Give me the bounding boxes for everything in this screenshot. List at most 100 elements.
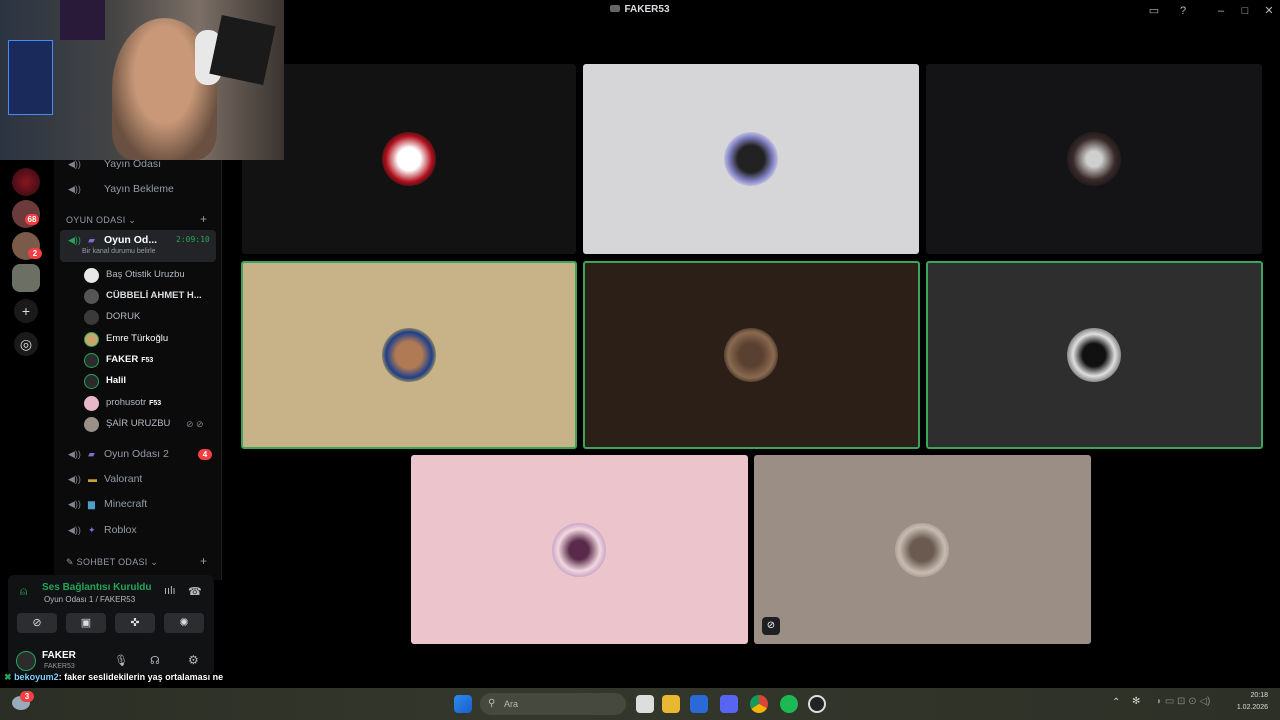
avatar (84, 332, 99, 347)
voice-member[interactable]: prohusotr F53 (84, 393, 214, 413)
help-icon[interactable]: ? (1174, 2, 1192, 20)
video-tile[interactable]: ⊘ (754, 455, 1091, 644)
headset-icon[interactable]: ☊ (150, 654, 160, 667)
video-tile-speaking[interactable] (241, 261, 577, 449)
tray-icons[interactable]: ◗ ▭ ⊡ ⊙ ◁) (1156, 696, 1210, 707)
taskbar: 3 ⚲ Ara ⌃ ✻ ◗ ▭ ⊡ ⊙ ◁) 20:18 1.02.2026 (0, 688, 1280, 720)
window-icon (610, 5, 621, 12)
voice-member[interactable]: Emre Türkoğlu (84, 329, 214, 349)
channel-item[interactable]: ◀)) ✦ Roblox (60, 520, 216, 540)
speaker-icon: ◀)) (68, 474, 81, 484)
file-explorer-icon[interactable] (662, 695, 680, 713)
avatar (84, 417, 99, 432)
screen-share-button[interactable]: ▣ (66, 613, 106, 633)
explore-icon[interactable]: ◎ (14, 332, 38, 356)
channel-item[interactable]: ◀)) Yayın Bekleme (60, 179, 216, 199)
channel-item[interactable]: ◀)) ▆ Minecraft (60, 494, 216, 514)
add-channel-icon[interactable]: + (200, 212, 207, 226)
game-icon: ▰ (88, 449, 95, 459)
clan-tag: F53 (141, 357, 154, 364)
channel-status[interactable]: Bir kanal durumu belirle (82, 246, 156, 258)
activities-button[interactable]: ✜ (115, 613, 155, 633)
voice-member[interactable]: ŞAİR URUZBU ⊘ ⊘ (84, 414, 214, 434)
video-tile-speaking[interactable] (926, 261, 1263, 449)
speaker-icon: ◀)) (68, 499, 81, 509)
tray-app-icon[interactable]: ✻ (1132, 696, 1140, 707)
clan-tag: F53 (149, 400, 162, 407)
notification-badge: 68 (25, 214, 39, 225)
voice-member[interactable]: Baş Otistik Uruzbu (84, 265, 214, 285)
channel-list: ◀)) Yayın Odası ◀)) Yayın Bekleme OYUN O… (54, 158, 222, 580)
category-header[interactable]: ✎ SOHBET ODASI ⌄ (66, 557, 158, 568)
speaker-icon: ◀)) (68, 235, 81, 245)
avatar (895, 523, 949, 577)
close-button[interactable]: ✕ (1260, 2, 1278, 20)
avatar[interactable] (16, 651, 36, 671)
spotify-icon[interactable] (780, 695, 798, 713)
video-tile[interactable] (411, 455, 748, 644)
voice-channel-name[interactable]: Oyun Odası 1 / FAKER53 (44, 595, 135, 604)
soundboard-button[interactable]: ✺ (164, 613, 204, 633)
clock-time[interactable]: 20:18 (1226, 692, 1268, 699)
voice-member[interactable]: DORUK (84, 307, 214, 327)
speaker-icon: ◀)) (68, 184, 81, 194)
waveform-icon[interactable]: ıılı (164, 585, 176, 597)
chat-text: : faker seslidekilerin yaş ortalaması ne (58, 672, 224, 682)
video-tile[interactable] (242, 64, 576, 254)
tray-chevron-icon[interactable]: ⌃ (1112, 697, 1120, 708)
microphone-icon[interactable]: 🎙 (114, 654, 128, 667)
disconnect-icon[interactable]: ☎ (188, 585, 202, 598)
voice-member[interactable]: CÜBBELİ AHMET H... (84, 286, 214, 306)
notification-badge: 4 (198, 449, 212, 460)
maximize-button[interactable]: □ (1236, 2, 1254, 20)
video-tile[interactable] (583, 64, 919, 254)
camera-off-button[interactable]: ⊘ (17, 613, 57, 633)
avatar (1067, 132, 1121, 186)
avatar (382, 328, 436, 382)
channel-item-active[interactable]: ◀)) ▰ Oyun Od... 2:09:10 Bir kanal durum… (60, 230, 216, 262)
muted-icon: ⊘ ⊘ (186, 419, 204, 429)
wall-sign (209, 14, 276, 86)
search-icon: ⚲ (488, 698, 496, 709)
channel-item[interactable]: ◀)) ▰ Oyun Odası 2 4 (60, 444, 216, 464)
voice-member[interactable]: FAKER F53 (84, 350, 214, 370)
minimize-button[interactable]: – (1212, 2, 1230, 20)
avatar (84, 268, 99, 283)
store-icon[interactable] (690, 695, 708, 713)
channel-item[interactable]: ◀)) ▬ Valorant (60, 469, 216, 489)
minecraft-icon: ▆ (88, 499, 95, 509)
search-input[interactable]: ⚲ Ara (480, 693, 626, 715)
category-header[interactable]: OYUN ODASI ⌄ (66, 215, 136, 226)
discord-icon[interactable] (720, 695, 738, 713)
server-icon[interactable] (12, 264, 40, 292)
stream-chat-message: ✖ bekoyum2: faker seslidekilerin yaş ort… (4, 672, 223, 683)
video-tile-speaking[interactable] (583, 261, 920, 449)
task-view-icon[interactable] (636, 695, 654, 713)
chrome-icon[interactable] (750, 695, 768, 713)
avatar (552, 523, 606, 577)
avatar (84, 396, 99, 411)
signal-icon: ⍝ (20, 584, 28, 598)
voice-status[interactable]: Ses Bağlantısı Kuruldu (42, 582, 151, 593)
roblox-icon: ✦ (88, 525, 96, 535)
voice-member[interactable]: Halil (84, 371, 214, 391)
notification-badge: 2 (28, 248, 42, 259)
inbox-icon[interactable]: ▭ (1145, 2, 1163, 20)
add-channel-icon[interactable]: + (200, 554, 207, 568)
user-tag: FAKER53 (44, 663, 75, 670)
voice-panel: ⍝ Ses Bağlantısı Kuruldu Oyun Odası 1 / … (8, 575, 214, 675)
chat-username: bekoyum2 (14, 672, 59, 682)
server-icon[interactable] (12, 168, 40, 196)
server-rail: 68 2 + ◎ (0, 160, 52, 580)
poster-image (60, 0, 105, 40)
video-tile[interactable] (926, 64, 1262, 254)
start-icon[interactable] (454, 695, 472, 713)
settings-gear-icon[interactable]: ⚙ (188, 653, 199, 667)
call-timer: 2:09:10 (176, 235, 210, 244)
avatar (724, 132, 778, 186)
clock-date[interactable]: 1.02.2026 (1226, 704, 1268, 711)
avatar (84, 289, 99, 304)
obs-icon[interactable] (808, 695, 826, 713)
add-server-icon[interactable]: + (14, 299, 38, 323)
avatar (84, 374, 99, 389)
